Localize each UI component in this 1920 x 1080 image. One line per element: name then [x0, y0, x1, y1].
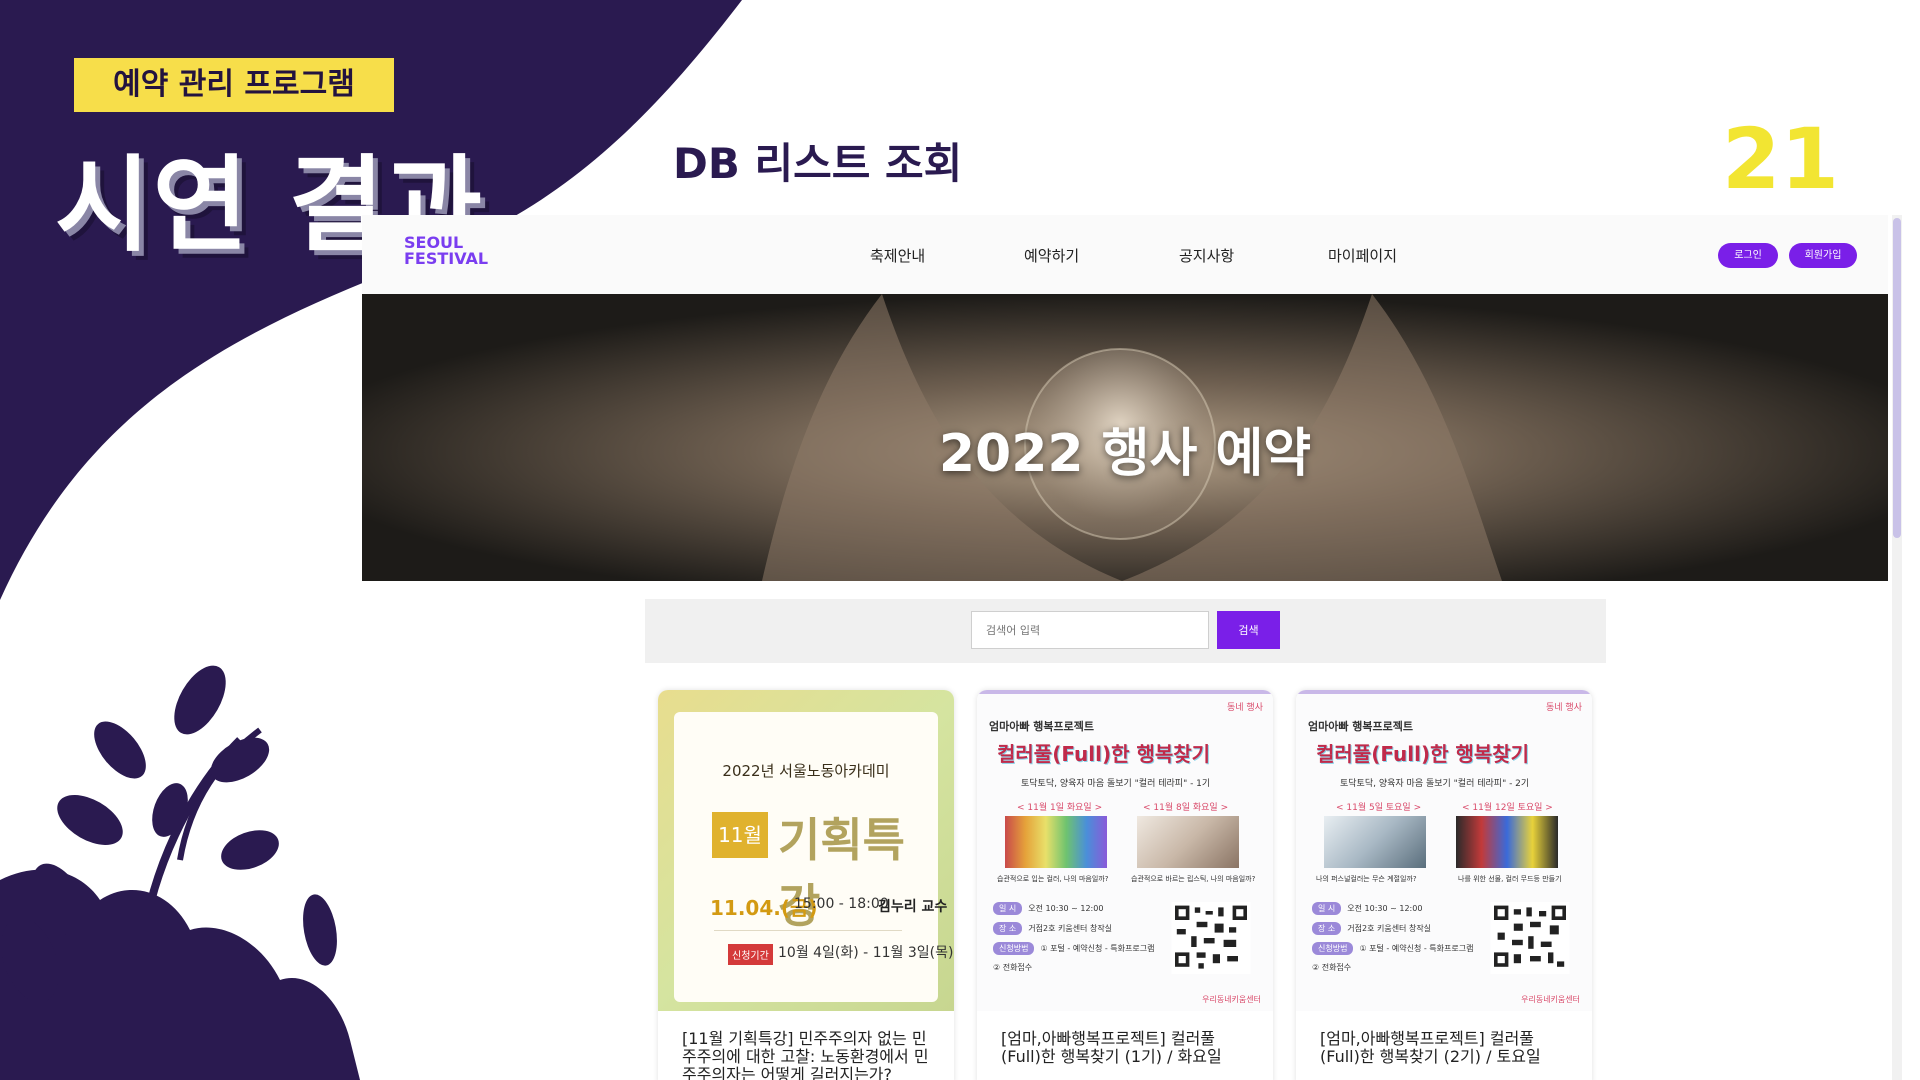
poster-caption-1: 습관적으로 입는 컬러, 나의 마음일까? [997, 875, 1109, 883]
poster-lecturer: 김누리 교수 [878, 899, 948, 915]
poster-period-tag: 신청기간 [728, 944, 773, 965]
poster-org: 2022년 서울노동아카데미 [722, 762, 890, 780]
poster-info-rows: 일 시 오전 10:30 ~ 12:00 장 소 거점2호 키움센터 창작실 신청방… [993, 902, 1163, 982]
page-number: 21 [1722, 110, 1839, 208]
login-button[interactable]: 로그인 [1718, 243, 1778, 268]
poster-photo-1 [1324, 816, 1426, 868]
hero-title: 2022 행사 예약 [938, 424, 1312, 484]
info-text: ② 전화접수 [993, 963, 1033, 972]
event-card-title[interactable]: [11월 기획특강] 민주주의자 없는 민주주의에 대한 고찰: 노동환경에서 … [682, 1030, 932, 1080]
poster-date-2: < 11월 8일 화요일 > [1143, 803, 1229, 813]
event-poster-image[interactable]: 동네 행사 엄마아빠 행복프로젝트 컬러풀(Full)한 행복찾기 토닥토닥, … [1296, 690, 1592, 1011]
poster-subline: 토닥토닥, 양육자 마음 돌보기 "컬러 테라피" - 2기 [1340, 779, 1530, 789]
poster-divider [714, 930, 902, 931]
poster-month: 11월 [712, 812, 768, 858]
poster-footer: 우리동네키움센터 [1202, 995, 1261, 1004]
event-card-title[interactable]: [엄마,아빠행복프로젝트] 컬러풀(Full)한 행복찾기 (1기) / 화요일 [1001, 1030, 1251, 1066]
poster-date-1: < 11월 1일 화요일 > [1017, 803, 1103, 813]
info-label: 장 소 [993, 922, 1023, 935]
info-label: 신청방법 [993, 942, 1035, 955]
poster-org: 엄마아빠 행복프로젝트 [989, 720, 1095, 733]
nav-mypage[interactable]: 마이페이지 [1328, 245, 1397, 266]
search-button[interactable]: 검색 [1217, 611, 1280, 649]
info-text: ① 포털 - 예약신청 - 특화프로그램 [1359, 944, 1474, 953]
info-label: 신청방법 [1312, 942, 1354, 955]
poster-photo-1 [1005, 816, 1107, 868]
poster-photo-2 [1456, 816, 1558, 868]
poster-subline: 토닥토닥, 양육자 마음 돌보기 "컬러 테라피" - 1기 [1021, 779, 1211, 789]
info-label: 일 시 [993, 902, 1023, 915]
poster-date-2: < 11월 12일 토요일 > [1462, 803, 1553, 813]
poster-caption-2: 나를 위한 선물, 컬러 무드등 만들기 [1458, 875, 1562, 883]
hero-banner: 2022 행사 예약 [362, 294, 1888, 581]
event-card[interactable]: 2022년 서울노동아카데미 11월 기획특강 11.04.(금) 15:00 … [658, 690, 954, 1080]
poster-corner: 동네 행사 [1227, 703, 1263, 713]
info-label: 일 시 [1312, 902, 1342, 915]
poster-corner: 동네 행사 [1546, 703, 1582, 713]
signup-button[interactable]: 회원가입 [1789, 243, 1857, 268]
event-poster-image[interactable]: 동네 행사 엄마아빠 행복프로젝트 컬러풀(Full)한 행복찾기 토닥토닥, … [977, 690, 1273, 1011]
info-text: ② 전화접수 [1312, 963, 1352, 972]
info-text: 오전 10:30 ~ 12:00 [1028, 904, 1104, 913]
qr-code-icon [1171, 902, 1251, 974]
poster-footer: 우리동네키움센터 [1521, 995, 1580, 1004]
event-card[interactable]: 동네 행사 엄마아빠 행복프로젝트 컬러풀(Full)한 행복찾기 토닥토닥, … [1296, 690, 1592, 1080]
event-poster-image[interactable]: 2022년 서울노동아카데미 11월 기획특강 11.04.(금) 15:00 … [658, 690, 954, 1011]
page-scrollbar-thumb[interactable] [1893, 218, 1901, 538]
search-bar: 검색 [645, 599, 1606, 663]
poster-photo-2 [1137, 816, 1239, 868]
website-screenshot: SEOUL FESTIVAL 축제안내 예약하기 공지사항 마이페이지 로그인 … [362, 215, 1902, 1080]
info-text: 오전 10:30 ~ 12:00 [1347, 904, 1423, 913]
logo-line-festival: FESTIVAL [404, 249, 489, 268]
search-input[interactable] [971, 611, 1209, 649]
poster-period: 10월 4일(화) - 11월 3일(목) [778, 945, 954, 961]
poster-caption-2: 습관적으로 바르는 립스틱, 나의 마음일까? [1131, 875, 1256, 883]
site-header: SEOUL FESTIVAL 축제안내 예약하기 공지사항 마이페이지 로그인 … [362, 215, 1888, 294]
qr-code-icon [1490, 902, 1570, 974]
poster-date-1: < 11월 5일 토요일 > [1336, 803, 1422, 813]
program-badge: 예약 관리 프로그램 [74, 58, 394, 112]
info-text: ① 포털 - 예약신청 - 특화프로그램 [1040, 944, 1155, 953]
site-logo[interactable]: SEOUL FESTIVAL [404, 235, 488, 267]
poster-headline: 컬러풀(Full)한 행복찾기 [997, 742, 1211, 766]
info-label: 장 소 [1312, 922, 1342, 935]
poster-info-rows: 일 시 오전 10:30 ~ 12:00 장 소 거점2호 키움센터 창작실 신청방… [1312, 902, 1482, 982]
poster-time: 15:00 - 18:00 [794, 896, 889, 912]
nav-festival-info[interactable]: 축제안내 [870, 245, 925, 266]
poster-headline: 컬러풀(Full)한 행복찾기 [1316, 742, 1530, 766]
event-card-title[interactable]: [엄마,아빠행복프로젝트] 컬러풀(Full)한 행복찾기 (2기) / 토요일 [1320, 1030, 1570, 1066]
event-card[interactable]: 동네 행사 엄마아빠 행복프로젝트 컬러풀(Full)한 행복찾기 토닥토닥, … [977, 690, 1273, 1080]
info-text: 거점2호 키움센터 창작실 [1028, 924, 1113, 933]
section-subtitle: DB 리스트 조회 [673, 139, 963, 188]
nav-reservation[interactable]: 예약하기 [1024, 245, 1079, 266]
poster-org: 엄마아빠 행복프로젝트 [1308, 720, 1414, 733]
poster-caption-1: 나의 퍼스널컬러는 무슨 계절일까? [1316, 875, 1417, 883]
info-text: 거점2호 키움센터 창작실 [1347, 924, 1432, 933]
nav-notice[interactable]: 공지사항 [1179, 245, 1234, 266]
